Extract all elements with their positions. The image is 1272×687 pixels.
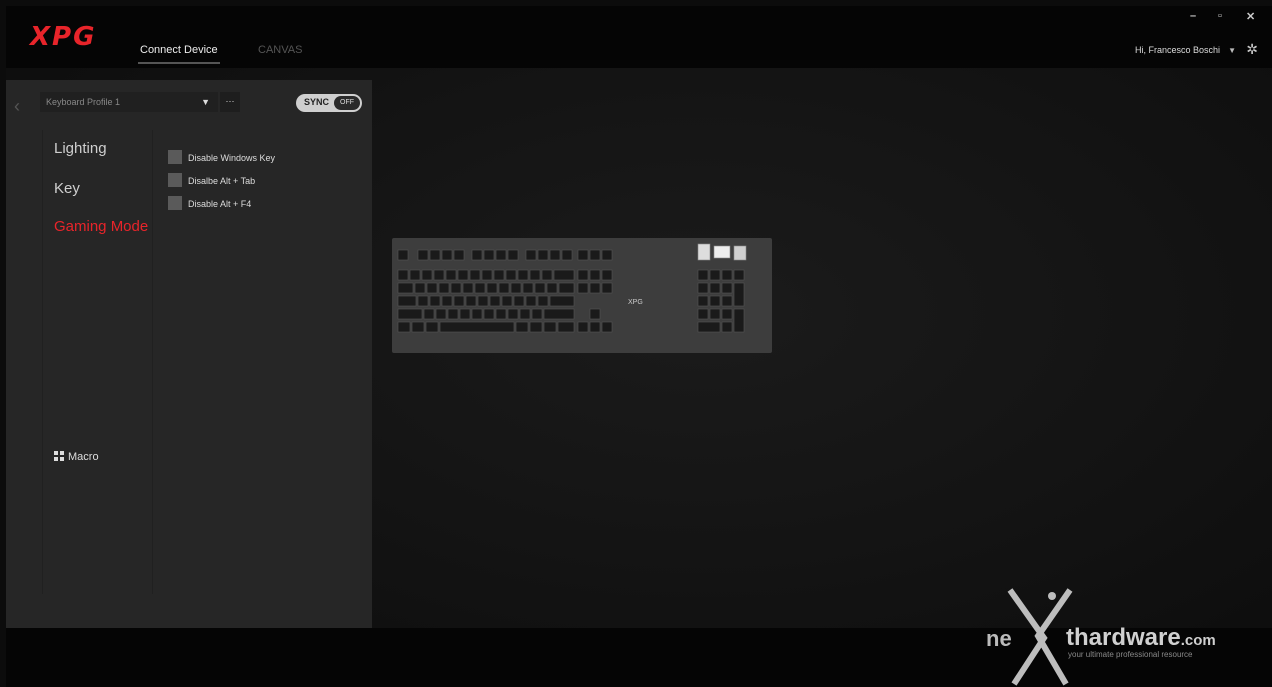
macro-label: Macro [68,451,99,463]
divider [152,130,153,594]
checkbox[interactable] [168,150,182,164]
profile-more-button[interactable]: ··· [220,92,240,112]
maximize-icon[interactable]: ▫ [1218,10,1222,22]
profile-select-value: Keyboard Profile 1 [46,97,121,107]
close-icon[interactable]: ✕ [1246,10,1255,23]
option-disable-alt-f4[interactable]: Disable Alt + F4 [168,196,251,210]
macro-button[interactable]: Macro [54,451,99,463]
minimize-icon[interactable]: – [1190,10,1196,22]
top-bar: XPG Connect Device CANVAS – ▫ ✕ Hi, Fran… [6,6,1272,68]
app-window: XPG Connect Device CANVAS – ▫ ✕ Hi, Fran… [6,6,1272,687]
sync-toggle[interactable]: SYNC OFF [296,94,362,112]
chevron-down-icon: ▼ [201,97,210,107]
nav-item-gaming-mode[interactable]: Gaming Mode [54,218,148,235]
gear-icon[interactable]: ✲ [1246,41,1258,58]
option-label: Disalbe Alt + Tab [188,176,256,186]
keyboard-image: XPG [397,243,747,333]
option-label: Disable Alt + F4 [188,199,252,209]
keyboard-preview[interactable]: XPG [392,238,772,353]
option-disable-windows-key[interactable]: Disable Windows Key [168,150,275,164]
grid-icon [54,451,64,461]
option-disable-alt-tab[interactable]: Disalbe Alt + Tab [168,173,255,187]
sync-state: OFF [334,96,360,110]
tab-connect-device[interactable]: Connect Device [138,44,220,64]
chevron-down-icon[interactable]: ▼ [1228,46,1236,55]
profile-select[interactable]: Keyboard Profile 1 ▼ [40,92,218,112]
settings-panel: ‹ Keyboard Profile 1 ▼ ··· SYNC OFF Ligh… [6,80,372,628]
watermark-site: thardware.com [1066,624,1216,651]
sync-label: SYNC [304,97,330,107]
option-label: Disable Windows Key [188,153,276,163]
xpg-logo: XPG [30,22,97,52]
watermark-tagline: your ultimate professional resource [1068,650,1193,659]
user-greeting[interactable]: Hi, Francesco Boschi [1135,45,1220,55]
watermark-prefix: ne [986,626,1012,651]
checkbox[interactable] [168,196,182,210]
checkbox[interactable] [168,173,182,187]
nav-item-key[interactable]: Key [54,180,80,197]
nav-item-lighting[interactable]: Lighting [54,140,107,157]
keyboard-brand: XPG [628,299,643,306]
chevron-left-icon[interactable]: ‹ [14,96,20,117]
divider [42,130,43,594]
tab-canvas[interactable]: CANVAS [258,44,302,56]
